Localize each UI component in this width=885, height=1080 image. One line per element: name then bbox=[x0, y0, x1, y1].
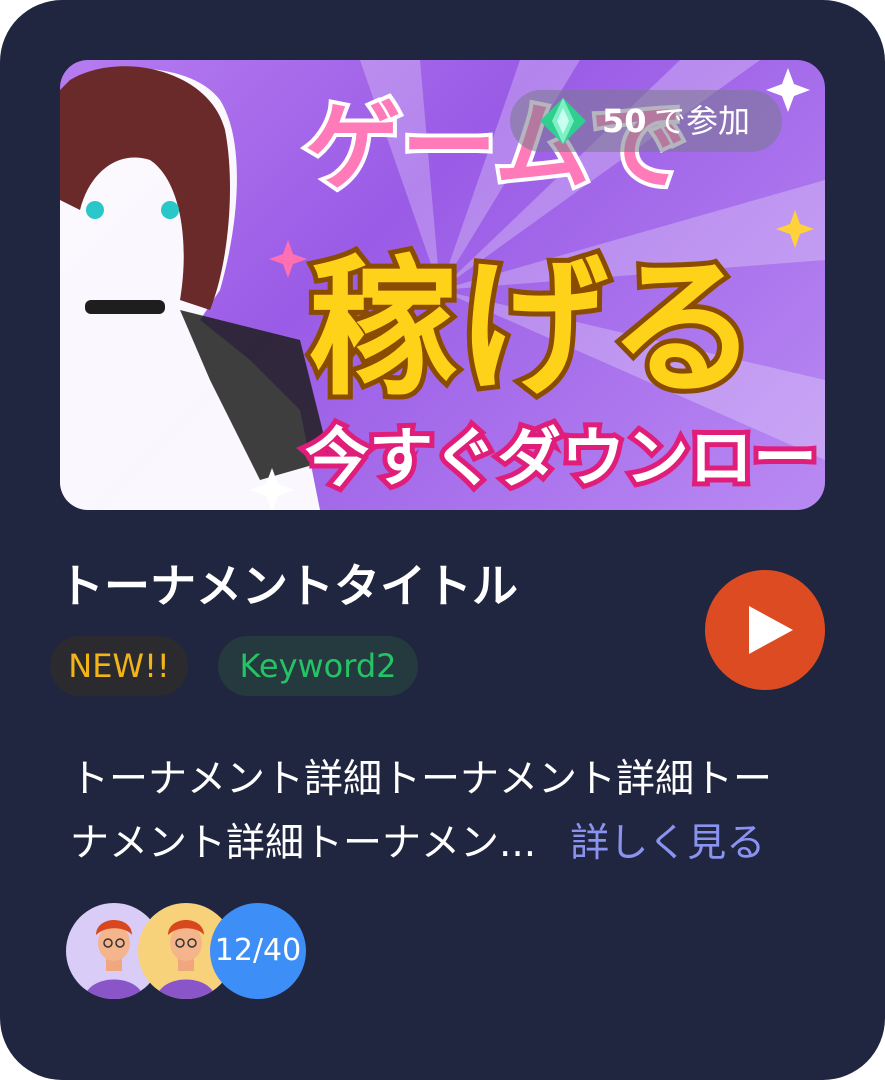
read-more-link[interactable]: 詳しく見る bbox=[570, 821, 765, 866]
description-line-1: トーナメント詳細トーナメント詳細トー bbox=[70, 757, 773, 802]
banner-headline-2: 稼げる bbox=[308, 242, 758, 416]
tag-keyword: Keyword2 bbox=[218, 636, 418, 696]
entry-suffix: で参加 bbox=[654, 102, 751, 140]
tag-new: NEW!! bbox=[50, 636, 188, 696]
entry-fee-badge: 50 で参加 bbox=[510, 90, 782, 152]
description-line-2-text: ナメント詳細トーナメン... bbox=[70, 821, 537, 866]
tournament-title: トーナメントタイトル bbox=[58, 559, 518, 613]
description-line-2: ナメント詳細トーナメン... 詳しく見る bbox=[70, 812, 840, 876]
participant-count: 12/40 bbox=[210, 903, 306, 999]
play-icon bbox=[749, 606, 793, 654]
tournament-description: トーナメント詳細トーナメント詳細トー ナメント詳細トーナメン... 詳しく見る bbox=[70, 748, 840, 876]
tournament-card[interactable]: ゲームで 稼げる 今すぐダウンロー 50 で参加 トーナメントタイトル NEW!… bbox=[0, 0, 885, 1080]
gem-icon bbox=[540, 98, 586, 144]
play-button[interactable] bbox=[705, 570, 825, 690]
entry-cost: 50 bbox=[602, 102, 647, 140]
banner-headline-3: 今すぐダウンロー bbox=[305, 422, 817, 496]
